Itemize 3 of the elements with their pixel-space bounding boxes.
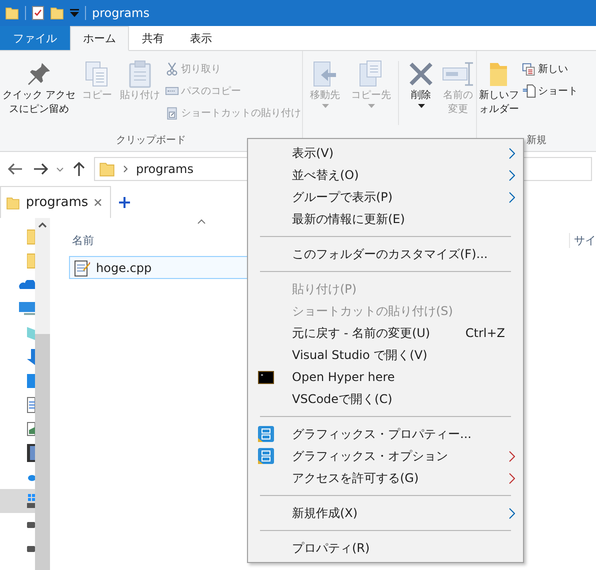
group-label: 新規 <box>526 134 548 148</box>
group-label: クリップボード <box>115 134 187 148</box>
window-title: programs <box>92 6 150 20</box>
